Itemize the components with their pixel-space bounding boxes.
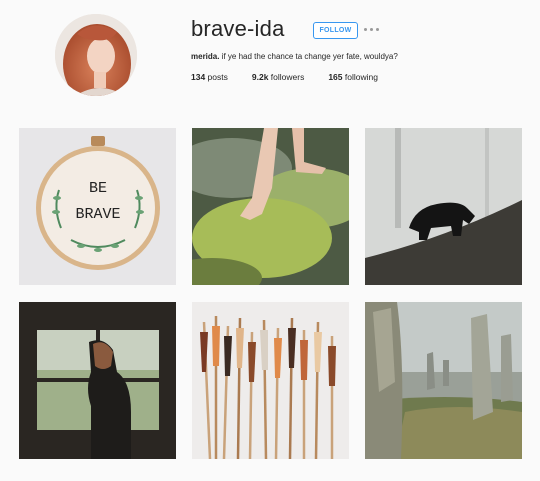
post-girl-at-window[interactable] [19, 302, 176, 459]
following-stat[interactable]: 165 following [328, 72, 378, 82]
post-foot-on-moss[interactable] [192, 128, 349, 285]
hoop-text-brave: BRAVE [75, 206, 120, 223]
profile-header: brave-ida FOLLOW merida. if ye had the c… [0, 0, 540, 110]
post-bear-in-fog[interactable] [365, 128, 522, 285]
post-standing-stones[interactable] [365, 302, 522, 459]
bio-text: if ye had the chance ta change yer fate,… [219, 52, 398, 61]
avatar[interactable] [55, 14, 137, 96]
bio-name: merida. [191, 52, 220, 61]
hoop-text-be: BE [89, 180, 107, 197]
followers-stat[interactable]: 9.2k followers [252, 72, 304, 82]
post-arrows[interactable] [192, 302, 349, 459]
follow-button[interactable]: FOLLOW [313, 22, 358, 39]
profile-stats: 134 posts 9.2k followers 165 following [191, 72, 402, 82]
bio: merida. if ye had the chance ta change y… [191, 52, 398, 61]
more-options-icon[interactable] [364, 25, 380, 33]
username: brave-ida [191, 16, 285, 41]
post-embroidery-hoop[interactable]: BE BRAVE [19, 128, 176, 285]
posts-stat: 134 posts [191, 72, 228, 82]
